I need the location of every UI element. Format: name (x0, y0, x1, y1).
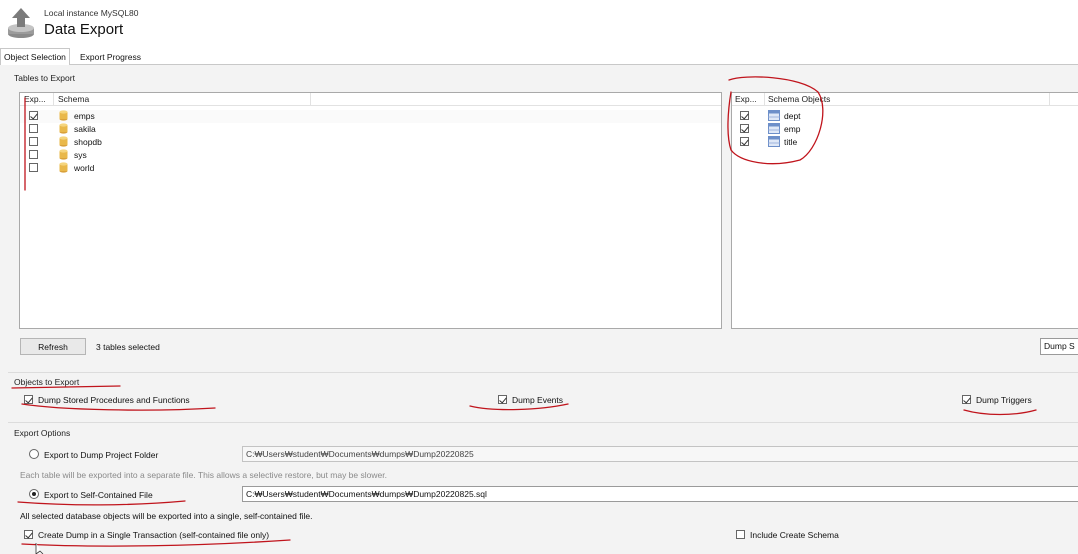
export-column-header[interactable]: Exp... (735, 94, 757, 104)
dump-events-checkbox[interactable] (498, 395, 507, 404)
schema-name: shopdb (74, 137, 102, 147)
object-row-dept[interactable]: dept (732, 110, 1078, 123)
database-icon (59, 149, 68, 160)
object-checkbox[interactable] (740, 137, 749, 146)
schema-name: sys (74, 150, 87, 160)
schema-checkbox[interactable] (29, 137, 38, 146)
include-create-schema-label[interactable]: Include Create Schema (750, 530, 839, 540)
page-header: Local instance MySQL80 Data Export (0, 0, 1078, 48)
schema-row-shopdb[interactable]: shopdb (20, 136, 721, 149)
project-folder-label[interactable]: Export to Dump Project Folder (44, 450, 158, 460)
selected-tables-status: 3 tables selected (96, 342, 160, 352)
self-contained-path-field[interactable]: C:₩Users₩student₩Documents₩dumps₩Dump202… (242, 486, 1078, 502)
dump-triggers-label[interactable]: Dump Triggers (976, 395, 1032, 405)
schema-objects-header: Exp... Schema Objects (732, 93, 1078, 106)
object-checkbox[interactable] (740, 111, 749, 120)
self-contained-label[interactable]: Export to Self-Contained File (44, 490, 153, 500)
project-folder-path-field[interactable]: C:₩Users₩student₩Documents₩dumps₩Dump202… (242, 446, 1078, 462)
project-folder-radio[interactable] (29, 449, 39, 459)
dump-triggers-checkbox[interactable] (962, 395, 971, 404)
dump-routines-label[interactable]: Dump Stored Procedures and Functions (38, 395, 190, 405)
include-create-schema-checkbox[interactable] (736, 530, 745, 539)
objects-to-export-title: Objects to Export (14, 377, 80, 387)
schema-list-header: Exp... Schema (20, 93, 721, 106)
schema-row-world[interactable]: world (20, 162, 721, 175)
object-name: dept (784, 111, 801, 121)
database-icon (59, 110, 68, 121)
dump-routines-checkbox[interactable] (24, 395, 33, 404)
connection-name: Local instance MySQL80 (44, 8, 139, 18)
page-title: Data Export (44, 21, 124, 38)
table-icon (768, 123, 780, 134)
tab-bar: Object Selection Export Progress (0, 48, 1078, 66)
object-checkbox[interactable] (740, 124, 749, 133)
schema-name: world (74, 163, 95, 173)
schema-checkbox[interactable] (29, 163, 38, 172)
schema-objects-column-header[interactable]: Schema Objects (768, 94, 830, 104)
dump-events-label[interactable]: Dump Events (512, 395, 563, 405)
schema-name: sakila (74, 124, 96, 134)
tables-to-export-title: Tables to Export (14, 73, 75, 83)
refresh-button[interactable]: Refresh (20, 338, 86, 355)
single-transaction-label[interactable]: Create Dump in a Single Transaction (sel… (38, 530, 269, 540)
schema-column-header[interactable]: Schema (58, 94, 89, 104)
export-column-header[interactable]: Exp... (24, 94, 46, 104)
single-transaction-checkbox[interactable] (24, 530, 33, 539)
schema-checkbox[interactable] (29, 150, 38, 159)
database-icon (59, 136, 68, 147)
export-arrow-icon (8, 8, 34, 38)
object-row-title[interactable]: title (732, 136, 1078, 149)
schema-row-sakila[interactable]: sakila (20, 123, 721, 136)
schema-list[interactable]: Exp... Schema emps sakila shopdb sys wor… (19, 92, 722, 329)
project-folder-note: Each table will be exported into a separ… (20, 470, 387, 480)
table-icon (768, 136, 780, 147)
schema-name: emps (74, 111, 95, 121)
tab-export-progress[interactable]: Export Progress (77, 50, 144, 64)
database-icon (59, 123, 68, 134)
export-options-title: Export Options (14, 428, 71, 438)
self-contained-note: All selected database objects will be ex… (20, 511, 313, 521)
schema-row-sys[interactable]: sys (20, 149, 721, 162)
dump-mode-select[interactable]: Dump S (1040, 338, 1078, 355)
tab-object-selection[interactable]: Object Selection (0, 48, 70, 66)
schema-objects-list[interactable]: Exp... Schema Objects dept emp title (731, 92, 1078, 329)
schema-checkbox[interactable] (29, 124, 38, 133)
schema-checkbox[interactable] (29, 111, 38, 120)
schema-row-emps[interactable]: emps (20, 110, 721, 123)
object-name: emp (784, 124, 801, 134)
object-name: title (784, 137, 798, 147)
table-icon (768, 110, 780, 121)
database-icon (59, 162, 68, 173)
self-contained-radio[interactable] (29, 489, 39, 499)
object-row-emp[interactable]: emp (732, 123, 1078, 136)
